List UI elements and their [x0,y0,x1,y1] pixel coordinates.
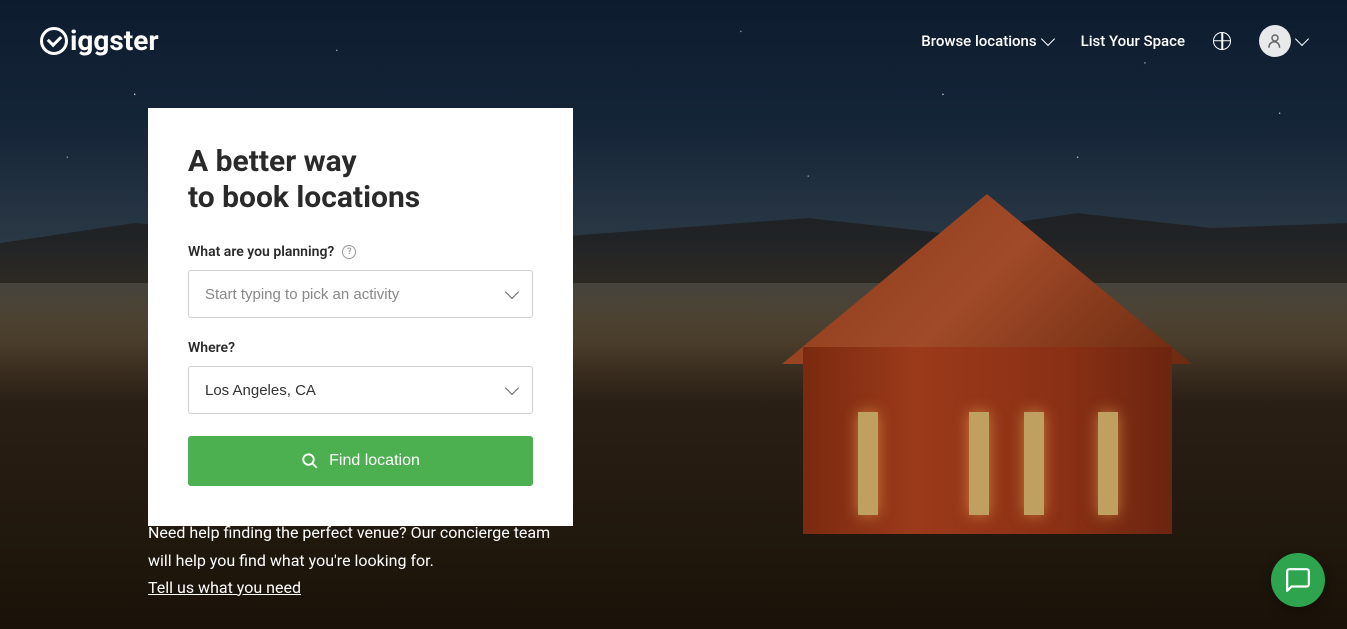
browse-label: Browse locations [921,32,1036,50]
planning-label: What are you planning? ? [188,244,533,260]
find-location-button[interactable]: Find location [188,436,533,486]
search-icon [301,452,319,470]
hero-title: A better way to book locations [188,144,533,216]
chevron-down-icon [1295,31,1309,45]
logo[interactable]: iggster [40,24,159,57]
chat-icon [1285,567,1311,593]
concierge-text: Need help finding the perfect venue? Our… [148,519,550,601]
where-field-group: Where? [188,340,533,414]
language-selector[interactable] [1213,32,1231,50]
planning-field-group: What are you planning? ? [188,244,533,318]
avatar [1259,25,1291,57]
help-icon[interactable]: ? [342,245,356,259]
list-your-space-link[interactable]: List Your Space [1081,32,1185,50]
header: iggster Browse locations List Your Space [0,0,1347,81]
search-card: A better way to book locations What are … [148,108,573,526]
chat-button[interactable] [1271,553,1325,607]
chevron-down-icon [1041,31,1055,45]
concierge-line2: will help you find what you're looking f… [148,547,550,574]
logo-icon [40,27,68,55]
globe-icon [1213,32,1231,50]
browse-locations-dropdown[interactable]: Browse locations [921,32,1052,50]
planning-input[interactable] [188,270,533,318]
find-button-label: Find location [329,452,420,470]
where-input[interactable] [188,366,533,414]
logo-text: iggster [70,24,159,57]
user-menu[interactable] [1259,25,1307,57]
where-label: Where? [188,340,533,356]
tell-us-link[interactable]: Tell us what you need [148,574,550,601]
user-icon [1266,32,1284,50]
concierge-line1: Need help finding the perfect venue? Our… [148,519,550,546]
hero-barn-image [782,194,1192,534]
nav: Browse locations List Your Space [921,25,1307,57]
